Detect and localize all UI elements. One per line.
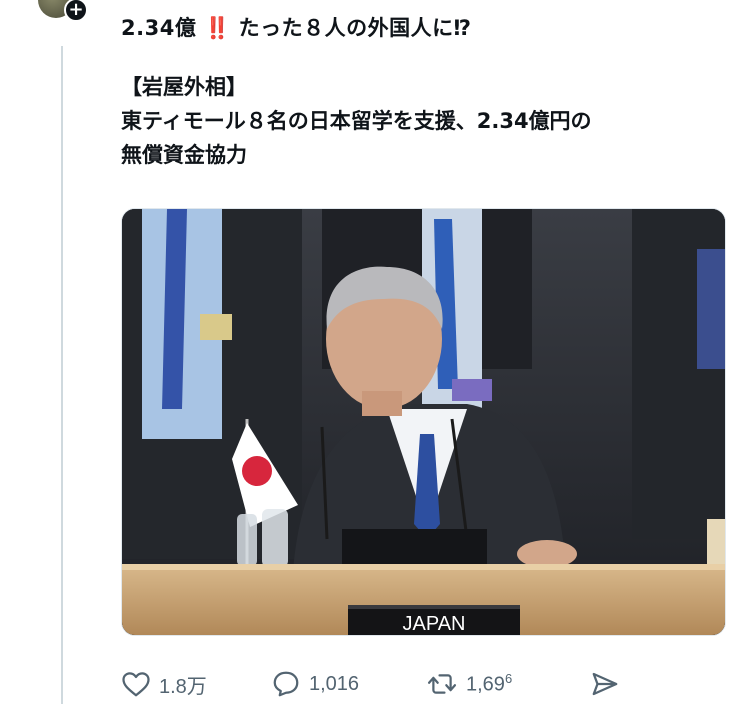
heart-icon <box>122 672 150 697</box>
nameplate-text: JAPAN <box>403 613 466 635</box>
post-image[interactable]: JAPAN <box>121 208 726 636</box>
post-body: 【岩屋外相】 東ティモール８名の日本留学を支援、2.34億円の 無償資金協力 <box>121 70 721 172</box>
body-line-3: 無償資金協力 <box>121 143 247 167</box>
body-line-2: 東ティモール８名の日本留学を支援、2.34億円の <box>121 109 592 133</box>
reply-button[interactable]: 1,016 <box>271 664 359 704</box>
post-title: 2.34億 ‼️ たった８人の外国人に⁉︎ <box>121 12 472 42</box>
repost-button[interactable]: 1,696 <box>426 664 512 704</box>
repost-count: 1,696 <box>466 671 512 697</box>
thread-line <box>61 46 63 704</box>
author-avatar-group[interactable]: + <box>38 0 88 22</box>
repost-icon <box>427 674 457 694</box>
body-line-1: 【岩屋外相】 <box>121 75 247 99</box>
title-prefix: 2.34億 <box>121 16 197 40</box>
double-exclamation-icon: ‼️ <box>204 16 231 40</box>
share-button[interactable] <box>589 664 621 704</box>
follow-plus-icon[interactable]: + <box>64 0 88 22</box>
like-button[interactable]: 1.8万 <box>121 664 207 704</box>
title-suffix: たった８人の外国人に⁉︎ <box>238 16 472 40</box>
repost-count-main: 1,69 <box>466 673 505 696</box>
reply-bubble-icon <box>273 671 299 697</box>
reply-count: 1,016 <box>309 672 360 695</box>
like-count: 1.8万 <box>159 675 207 698</box>
share-send-icon <box>592 672 618 696</box>
repost-count-sup: 6 <box>504 671 513 687</box>
action-bar: 1.8万 1,016 1,696 <box>121 664 721 704</box>
photo-scene: JAPAN <box>122 209 725 635</box>
